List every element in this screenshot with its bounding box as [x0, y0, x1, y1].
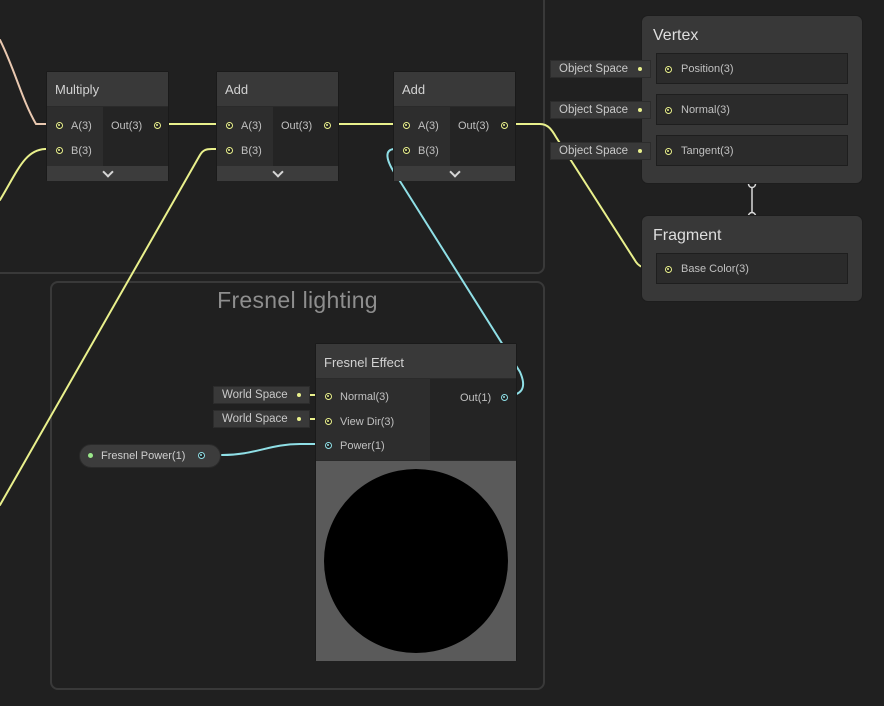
preview-sphere: [324, 469, 508, 653]
port-dot-icon[interactable]: [665, 148, 672, 155]
node-outputs: Out(3): [103, 107, 168, 166]
node-outputs: Out(3): [450, 107, 515, 166]
node-title: Multiply: [47, 72, 168, 106]
node-title: Fresnel Effect: [316, 344, 516, 378]
vertex-block-tangent[interactable]: Tangent(3): [656, 135, 848, 166]
chevron-down-icon: [448, 166, 461, 178]
port-dot-icon[interactable]: [56, 122, 63, 129]
group-title-fresnel-lighting: Fresnel lighting: [217, 287, 378, 313]
port-dot-icon: [638, 108, 642, 112]
node-inputs: A(3) B(3): [47, 107, 103, 166]
vertex-block-normal[interactable]: Normal(3): [656, 94, 848, 125]
output-label: Out(3): [458, 120, 490, 132]
multiply-node[interactable]: Multiply A(3) B(3) Out(3): [46, 71, 169, 181]
collapse-toggle[interactable]: [394, 166, 515, 181]
port-dot-icon[interactable]: [403, 147, 410, 154]
node-outputs: Out(3): [273, 107, 338, 166]
input-a-label: A(3): [418, 120, 439, 132]
port-dot-icon: [297, 417, 301, 421]
port-dot-icon: [88, 453, 93, 458]
tangent-label: Tangent(3): [681, 145, 734, 157]
property-label: Fresnel Power(1): [101, 450, 186, 462]
object-space-tag-position[interactable]: Object Space: [550, 60, 651, 78]
input-normal-label: Normal(3): [340, 391, 389, 403]
port-dot-icon[interactable]: [325, 393, 332, 400]
port-dot-icon[interactable]: [501, 394, 508, 401]
fresnel-power-property[interactable]: Fresnel Power(1): [79, 444, 221, 468]
vertex-block-position[interactable]: Position(3): [656, 53, 848, 84]
base-color-label: Base Color(3): [681, 263, 749, 275]
port-dot-icon[interactable]: [501, 122, 508, 129]
port-dot-icon[interactable]: [665, 266, 672, 273]
fragment-title: Fragment: [653, 227, 722, 244]
port-dot-icon[interactable]: [403, 122, 410, 129]
vertex-context[interactable]: Vertex Position(3) Normal(3) Tangent(3): [641, 15, 863, 184]
world-space-tag-viewdir[interactable]: World Space: [213, 410, 310, 428]
fresnel-preview: [316, 461, 516, 661]
tag-label: Object Space: [559, 104, 629, 116]
position-label: Position(3): [681, 63, 734, 75]
world-space-tag-normal[interactable]: World Space: [213, 386, 310, 404]
chevron-down-icon: [271, 166, 284, 178]
tag-label: Object Space: [559, 63, 629, 75]
add-node-1[interactable]: Add A(3) B(3) Out(3): [216, 71, 339, 181]
port-dot-icon: [638, 67, 642, 71]
node-inputs: A(3) B(3): [394, 107, 450, 166]
collapse-toggle[interactable]: [47, 166, 168, 181]
input-viewdir-label: View Dir(3): [340, 416, 395, 428]
input-b-label: B(3): [241, 145, 262, 157]
port-dot-icon[interactable]: [198, 452, 205, 459]
input-a-label: A(3): [71, 120, 92, 132]
fragment-block-base-color[interactable]: Base Color(3): [656, 253, 848, 284]
node-title: Add: [217, 72, 338, 106]
port-dot-icon[interactable]: [154, 122, 161, 129]
port-dot-icon[interactable]: [226, 147, 233, 154]
port-dot-icon[interactable]: [56, 147, 63, 154]
port-dot-icon: [638, 149, 642, 153]
input-b-label: B(3): [418, 145, 439, 157]
output-label: Out(3): [281, 120, 313, 132]
port-dot-icon[interactable]: [325, 442, 332, 449]
input-a-label: A(3): [241, 120, 262, 132]
node-inputs: A(3) B(3): [217, 107, 273, 166]
add-node-2[interactable]: Add A(3) B(3) Out(3): [393, 71, 516, 181]
object-space-tag-normal[interactable]: Object Space: [550, 101, 651, 119]
node-outputs: Out(1): [430, 379, 516, 460]
tag-label: Object Space: [559, 145, 629, 157]
fragment-context[interactable]: Fragment Base Color(3): [641, 215, 863, 302]
vertex-title: Vertex: [653, 27, 699, 44]
node-title: Add: [394, 72, 515, 106]
object-space-tag-tangent[interactable]: Object Space: [550, 142, 651, 160]
input-b-label: B(3): [71, 145, 92, 157]
output-label: Out(3): [111, 120, 143, 132]
port-dot-icon: [297, 393, 301, 397]
node-inputs: Normal(3) View Dir(3) Power(1): [316, 379, 430, 460]
port-dot-icon[interactable]: [324, 122, 331, 129]
port-dot-icon[interactable]: [665, 66, 672, 73]
output-label: Out(1): [460, 392, 492, 404]
chevron-down-icon: [101, 166, 114, 178]
collapse-toggle[interactable]: [217, 166, 338, 181]
input-power-label: Power(1): [340, 440, 385, 452]
tag-label: World Space: [222, 389, 288, 401]
normal-label: Normal(3): [681, 104, 730, 116]
tag-label: World Space: [222, 413, 288, 425]
port-dot-icon[interactable]: [665, 107, 672, 114]
port-dot-icon[interactable]: [325, 418, 332, 425]
port-dot-icon[interactable]: [226, 122, 233, 129]
